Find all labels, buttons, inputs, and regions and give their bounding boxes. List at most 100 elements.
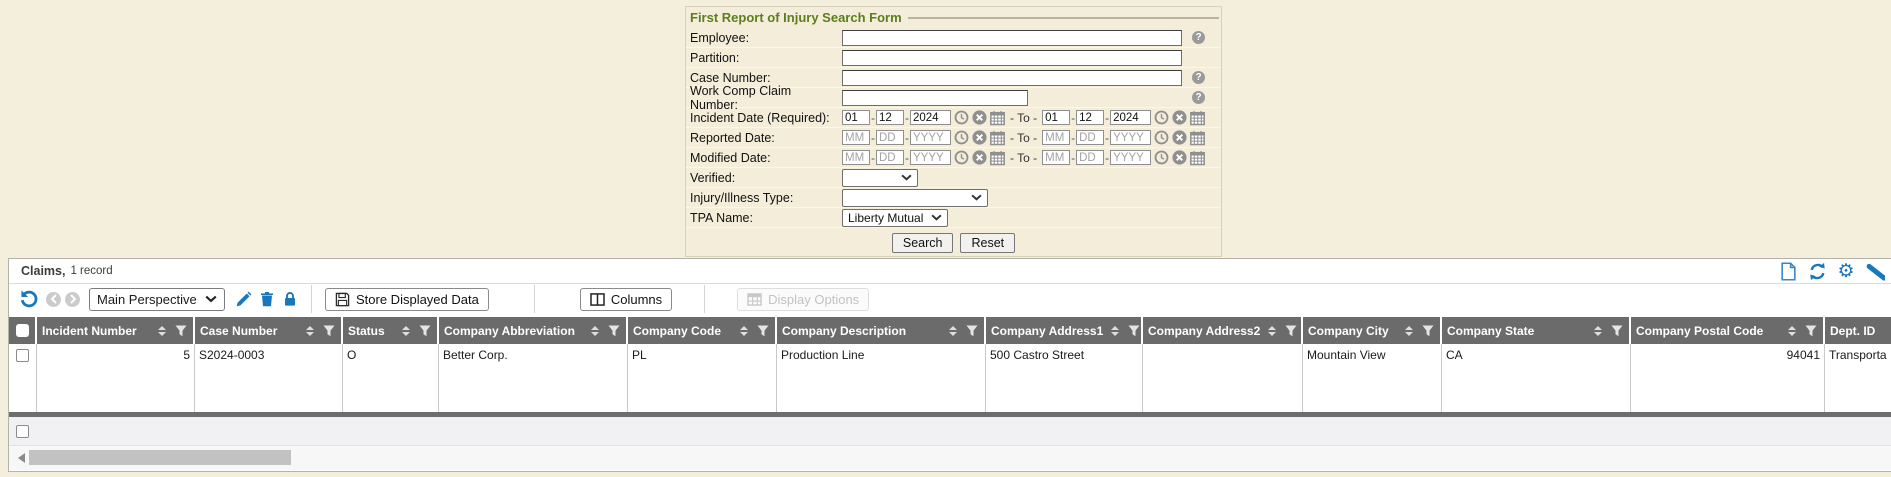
sort-icon[interactable] <box>1268 326 1276 336</box>
store-displayed-data-button[interactable]: Store Displayed Data <box>325 288 489 311</box>
clear-date-icon[interactable] <box>972 110 987 125</box>
sort-icon[interactable] <box>402 326 410 336</box>
column-header-case-number[interactable]: Case Number <box>195 317 343 344</box>
clear-date-icon[interactable] <box>972 130 987 145</box>
day-input[interactable] <box>1076 110 1104 125</box>
clock-icon[interactable] <box>954 110 969 125</box>
sort-icon[interactable] <box>1405 326 1413 336</box>
calendar-icon[interactable] <box>1190 150 1205 165</box>
sort-icon[interactable] <box>1594 326 1602 336</box>
year-input[interactable] <box>910 110 951 125</box>
select-all-checkbox[interactable] <box>9 317 37 344</box>
filter-funnel-icon[interactable] <box>608 325 620 337</box>
day-input[interactable] <box>1076 130 1104 145</box>
column-header-company-abbreviation[interactable]: Company Abbreviation <box>439 317 628 344</box>
filter-funnel-icon[interactable] <box>757 325 769 337</box>
filter-funnel-icon[interactable] <box>1611 325 1623 337</box>
column-header-company-city[interactable]: Company City <box>1303 317 1442 344</box>
injury-type-select[interactable] <box>842 189 988 207</box>
sort-icon[interactable] <box>158 326 166 336</box>
footer-checkbox[interactable] <box>16 425 29 438</box>
clear-date-icon[interactable] <box>1172 130 1187 145</box>
column-header-incident-number[interactable]: Incident Number <box>37 317 195 344</box>
clock-icon[interactable] <box>1154 150 1169 165</box>
gear-icon[interactable]: ⚙ <box>1836 261 1856 281</box>
new-document-icon[interactable] <box>1778 261 1798 281</box>
scroll-left-arrow-icon[interactable] <box>18 453 25 463</box>
day-input[interactable] <box>876 110 904 125</box>
partition-input[interactable] <box>842 50 1182 66</box>
filter-funnel-icon[interactable] <box>966 325 978 337</box>
calendar-icon[interactable] <box>990 150 1005 165</box>
sort-icon[interactable] <box>740 326 748 336</box>
clock-icon[interactable] <box>1154 130 1169 145</box>
wrench-icon[interactable] <box>1865 261 1885 281</box>
sort-icon[interactable] <box>1111 326 1119 336</box>
column-header-status[interactable]: Status <box>343 317 439 344</box>
column-header-company-description[interactable]: Company Description <box>777 317 986 344</box>
column-header-company-address2[interactable]: Company Address2 <box>1143 317 1303 344</box>
help-icon[interactable]: ? <box>1192 31 1205 44</box>
filter-funnel-icon[interactable] <box>419 325 431 337</box>
column-header-company-code[interactable]: Company Code <box>628 317 777 344</box>
year-input[interactable] <box>910 150 951 165</box>
column-header-company-state[interactable]: Company State <box>1442 317 1631 344</box>
calendar-icon[interactable] <box>990 130 1005 145</box>
calendar-icon[interactable] <box>1190 130 1205 145</box>
verified-select[interactable] <box>842 169 918 187</box>
filter-funnel-icon[interactable] <box>1422 325 1434 337</box>
column-header-company-postal-code[interactable]: Company Postal Code <box>1631 317 1825 344</box>
year-input[interactable] <box>1110 150 1151 165</box>
clock-icon[interactable] <box>1154 110 1169 125</box>
month-input[interactable] <box>842 110 870 125</box>
work-comp-input[interactable] <box>842 90 1028 106</box>
employee-input[interactable] <box>842 30 1182 46</box>
undo-icon[interactable] <box>19 289 39 309</box>
tpa-name-select[interactable]: Liberty Mutual <box>842 209 948 227</box>
calendar-icon[interactable] <box>990 110 1005 125</box>
sort-icon[interactable] <box>591 326 599 336</box>
search-button[interactable]: Search <box>892 233 954 253</box>
month-input[interactable] <box>1042 130 1070 145</box>
help-icon[interactable]: ? <box>1192 91 1205 104</box>
edit-pencil-icon[interactable] <box>235 291 252 308</box>
reset-button[interactable]: Reset <box>960 233 1015 253</box>
sort-icon[interactable] <box>306 326 314 336</box>
perspective-select[interactable]: Main Perspective <box>89 288 225 311</box>
day-input[interactable] <box>876 150 904 165</box>
clear-date-icon[interactable] <box>972 150 987 165</box>
horizontal-scrollbar[interactable] <box>9 446 1891 470</box>
delete-trash-icon[interactable] <box>259 291 275 307</box>
refresh-icon[interactable] <box>1807 261 1827 281</box>
clear-date-icon[interactable] <box>1172 110 1187 125</box>
month-input[interactable] <box>842 130 870 145</box>
case-number-input[interactable] <box>842 70 1182 86</box>
year-input[interactable] <box>910 130 951 145</box>
filter-funnel-icon[interactable] <box>323 325 335 337</box>
columns-button[interactable]: Columns <box>580 288 672 311</box>
clear-date-icon[interactable] <box>1172 150 1187 165</box>
column-header-dept-id[interactable]: Dept. ID <box>1825 317 1891 344</box>
clock-icon[interactable] <box>954 150 969 165</box>
month-input[interactable] <box>1042 110 1070 125</box>
help-icon[interactable]: ? <box>1192 71 1205 84</box>
row-checkbox[interactable] <box>16 349 29 362</box>
table-row[interactable]: 5 S2024-0003 O Better Corp. PL Productio… <box>9 344 1891 412</box>
sort-icon[interactable] <box>949 326 957 336</box>
day-input[interactable] <box>1076 150 1104 165</box>
year-input[interactable] <box>1110 110 1151 125</box>
day-input[interactable] <box>876 130 904 145</box>
month-input[interactable] <box>1042 150 1070 165</box>
filter-funnel-icon[interactable] <box>1128 325 1140 337</box>
filter-funnel-icon[interactable] <box>1285 325 1297 337</box>
scrollbar-thumb[interactable] <box>29 450 291 465</box>
clock-icon[interactable] <box>954 130 969 145</box>
column-header-company-address1[interactable]: Company Address1 <box>986 317 1143 344</box>
sort-icon[interactable] <box>1788 326 1796 336</box>
calendar-icon[interactable] <box>1190 110 1205 125</box>
lock-icon[interactable] <box>282 291 298 307</box>
filter-funnel-icon[interactable] <box>175 325 187 337</box>
filter-funnel-icon[interactable] <box>1805 325 1817 337</box>
year-input[interactable] <box>1110 130 1151 145</box>
month-input[interactable] <box>842 150 870 165</box>
